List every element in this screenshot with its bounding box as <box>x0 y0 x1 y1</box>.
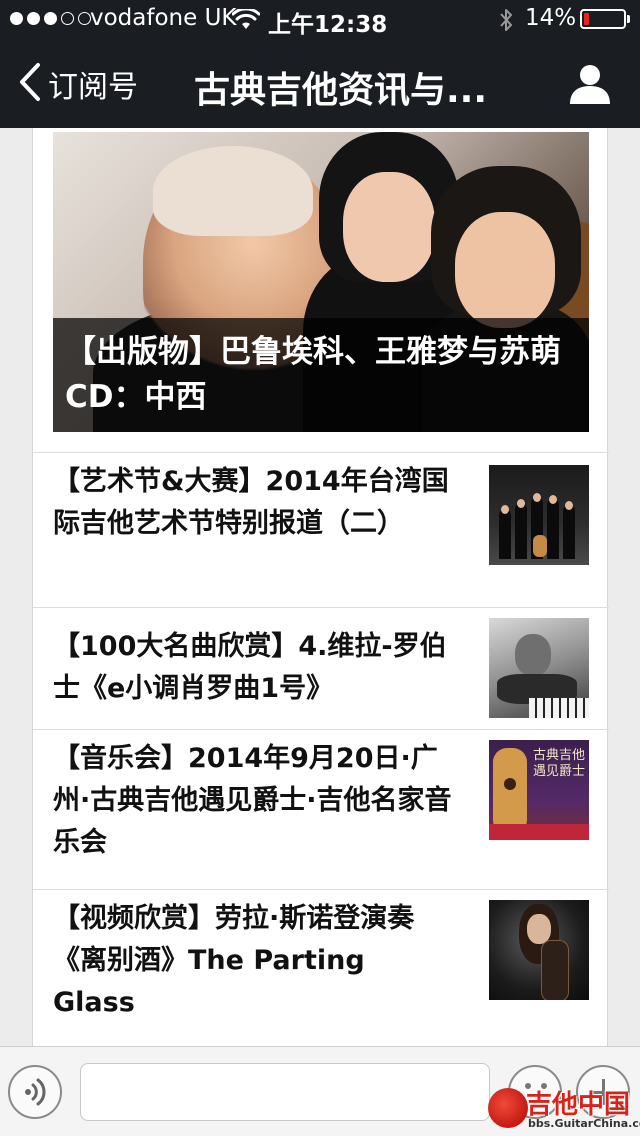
message-input[interactable] <box>80 1063 490 1121</box>
article-thumbnail <box>489 900 589 1000</box>
hero-article[interactable]: 【出版物】巴鲁埃科、王雅梦与苏萌CD：中西 <box>53 132 589 432</box>
page-title: 古典吉他资讯与... <box>194 70 488 111</box>
article-item[interactable]: 【视频欣赏】劳拉·斯诺登演奏《离别酒》The Parting Glass <box>33 889 609 1046</box>
back-button[interactable]: 订阅号 <box>18 62 138 106</box>
profile-button[interactable] <box>568 62 612 110</box>
article-title: 【100大名曲欣赏】4.维拉-罗伯士《e小调肖罗曲1号》 <box>53 631 447 704</box>
sound-wave-icon <box>10 1078 60 1121</box>
article-card: 【出版物】巴鲁埃科、王雅梦与苏萌CD：中西 【艺术节&大赛】2014年台湾国际吉… <box>32 128 609 1046</box>
article-item[interactable]: 【艺术节&大赛】2014年台湾国际吉他艺术节特别报道（二） <box>33 452 609 607</box>
guitar-logo-icon <box>488 1088 528 1128</box>
carrier-name: vodafone UK <box>90 5 237 31</box>
article-title: 【艺术节&大赛】2014年台湾国际吉他艺术节特别报道（二） <box>53 466 449 539</box>
watermark: 吉他中国 bbs.GuitarChina.com <box>488 1084 640 1134</box>
watermark-title: 吉他中国 <box>526 1090 631 1120</box>
signal-strength-icon <box>10 12 91 25</box>
signal-dot <box>10 12 23 25</box>
nav-bar: 订阅号 古典吉他资讯与... <box>0 40 640 128</box>
battery-icon <box>580 9 630 29</box>
article-thumbnail <box>489 618 589 718</box>
chevron-left-icon <box>18 62 42 106</box>
article-title: 【音乐会】2014年9月20日·广州·古典吉他遇见爵士·吉他名家音乐会 <box>53 743 452 858</box>
battery-percent: 14% <box>525 5 577 31</box>
back-label: 订阅号 <box>48 70 138 105</box>
status-time: 上午12:38 <box>268 12 388 38</box>
article-thumbnail <box>489 465 589 565</box>
signal-dot <box>44 12 57 25</box>
message-content: 【出版物】巴鲁埃科、王雅梦与苏萌CD：中西 【艺术节&大赛】2014年台湾国际吉… <box>0 128 640 1046</box>
person-icon <box>568 65 612 110</box>
battery-fill <box>584 13 589 25</box>
wifi-icon <box>231 7 261 35</box>
article-title: 【视频欣赏】劳拉·斯诺登演奏《离别酒》The Parting Glass <box>53 903 415 1018</box>
hero-caption: 【出版物】巴鲁埃科、王雅梦与苏萌CD：中西 <box>53 318 589 432</box>
signal-dot <box>27 12 40 25</box>
status-bar: vodafone UK 上午12:38 14% <box>0 0 640 40</box>
signal-dot <box>61 12 74 25</box>
voice-button[interactable] <box>8 1065 62 1119</box>
article-item[interactable]: 【100大名曲欣赏】4.维拉-罗伯士《e小调肖罗曲1号》 <box>33 607 609 729</box>
article-item[interactable]: 【音乐会】2014年9月20日·广州·古典吉他遇见爵士·吉他名家音乐会 古典吉他… <box>33 729 609 889</box>
watermark-url: bbs.GuitarChina.com <box>528 1117 640 1130</box>
thumbnail-text: 古典吉他遇见爵士 <box>533 748 586 779</box>
article-thumbnail: 古典吉他遇见爵士 <box>489 740 589 840</box>
bluetooth-icon <box>498 7 514 37</box>
